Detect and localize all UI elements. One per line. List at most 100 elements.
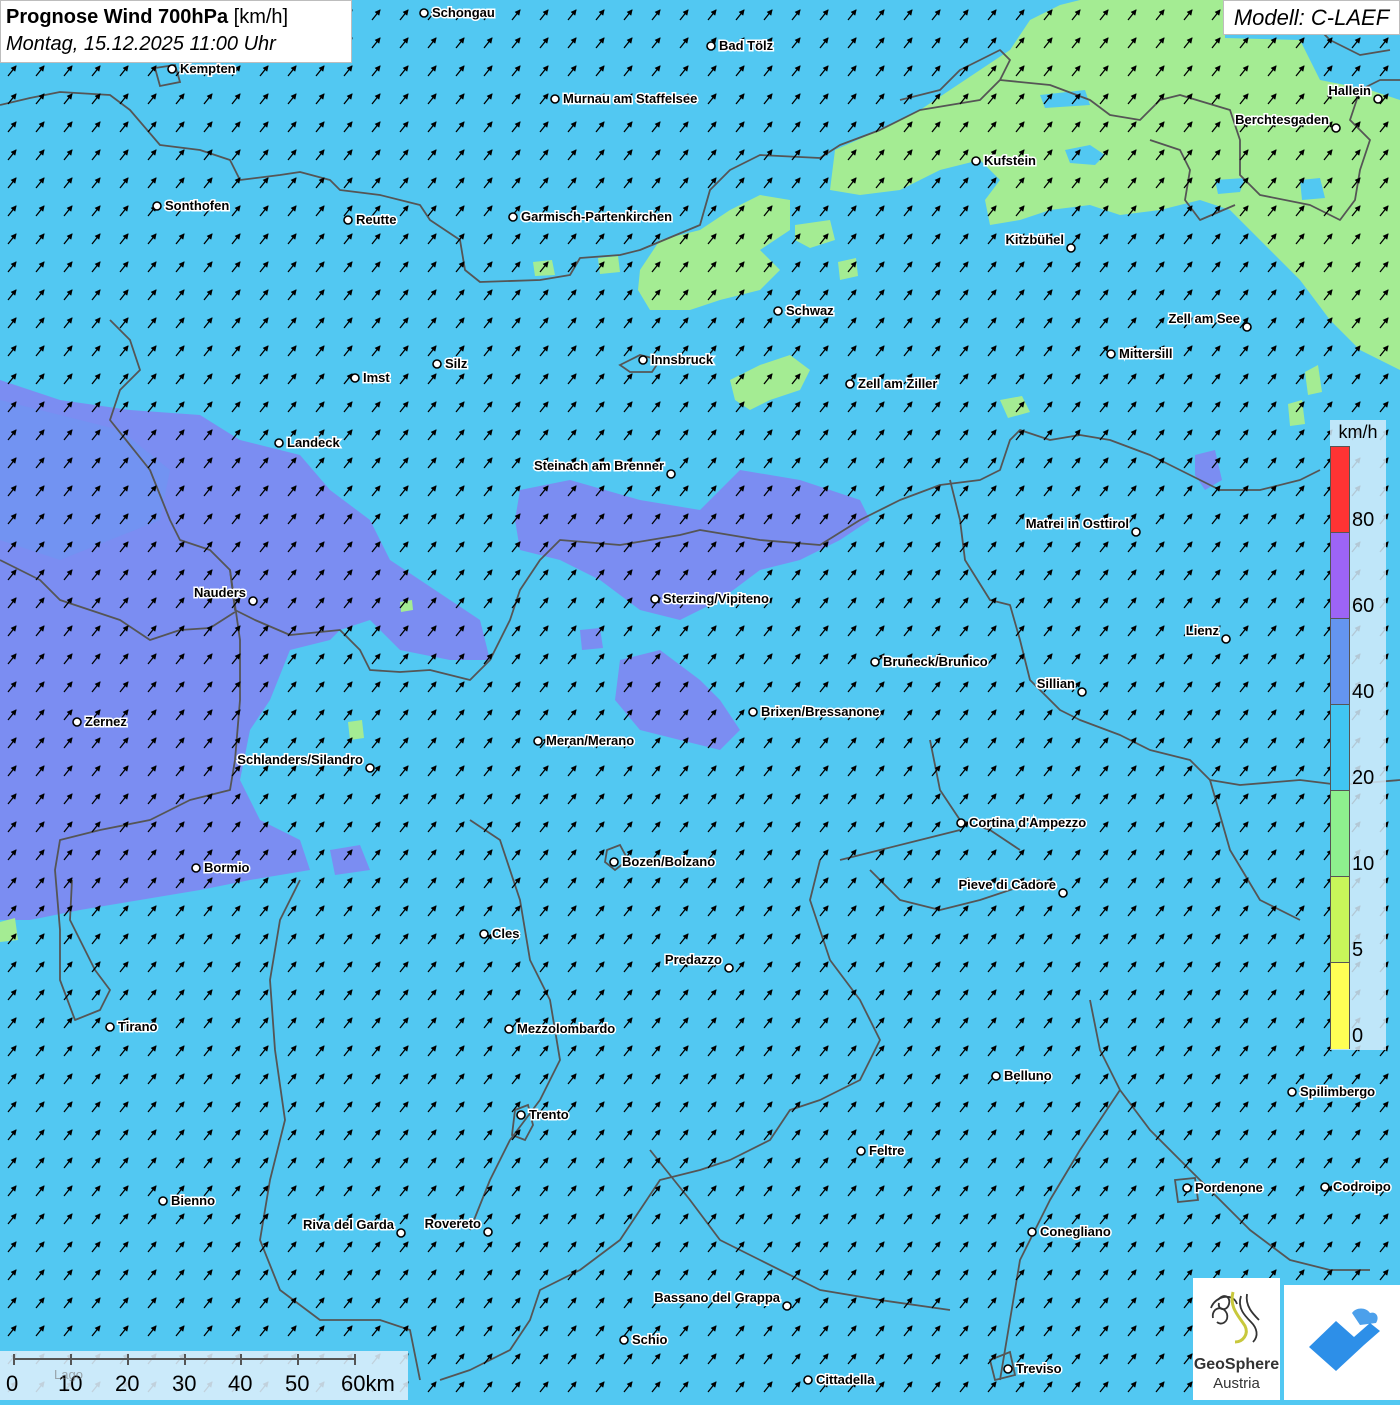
place-label: Kitzbühel <box>1006 232 1065 247</box>
place-marker <box>706 41 716 51</box>
geosphere-subtitle: Austria <box>1213 1375 1260 1392</box>
scale-label-20: 20 <box>115 1371 140 1396</box>
scale-faint-label: Lago <box>54 1367 83 1382</box>
scale-label-30: 30 <box>172 1371 197 1396</box>
geosphere-name: GeoSphere <box>1193 1356 1280 1373</box>
scale-label-50: 50 <box>285 1371 310 1396</box>
place-label: Berchtesgaden <box>1235 112 1329 127</box>
place-label: Lienz <box>1186 623 1220 638</box>
title-box: Prognose Wind 700hPa [km/h] Montag, 15.1… <box>0 0 352 63</box>
place-label: Cles <box>492 926 519 941</box>
legend-color-segment <box>1331 705 1349 791</box>
place-marker <box>550 94 560 104</box>
scale-label-60km: 60km <box>341 1371 395 1396</box>
place-label: Rovereto <box>425 1216 481 1231</box>
legend-color-segment <box>1331 877 1349 963</box>
place-label: Sillian <box>1037 676 1075 691</box>
legend-color-segment <box>1331 791 1349 877</box>
place-label: Murnau am Staffelsee <box>563 91 697 106</box>
place-label: Schio <box>632 1332 667 1347</box>
place-label: Spilimbergo <box>1300 1084 1375 1099</box>
place-marker <box>803 1375 813 1385</box>
place-label: Bad Tölz <box>719 38 774 53</box>
place-label: Treviso <box>1016 1361 1062 1376</box>
place-label: Bozen/Bolzano <box>622 854 715 869</box>
blue-chevron-icon <box>1309 1308 1380 1371</box>
place-marker <box>1287 1087 1297 1097</box>
place-label: Cortina d'Ampezzo <box>969 815 1086 830</box>
place-label: Feltre <box>869 1143 904 1158</box>
place-marker <box>1131 527 1141 537</box>
place-marker <box>845 379 855 389</box>
app-logo[interactable] <box>1284 1285 1400 1400</box>
place-marker <box>191 863 201 873</box>
place-label: Codroipo <box>1333 1179 1391 1194</box>
place-label: Imst <box>363 370 390 385</box>
place-marker <box>1106 349 1116 359</box>
place-marker <box>856 1146 866 1156</box>
place-label: Bormio <box>204 860 250 875</box>
legend-tick-60: 60 <box>1352 595 1375 617</box>
place-marker <box>158 1196 168 1206</box>
place-label: Nauders <box>194 585 246 600</box>
legend-color-segment <box>1331 447 1349 533</box>
place-marker <box>650 594 660 604</box>
place-marker <box>248 596 258 606</box>
place-label: Steinach am Brenner <box>534 458 664 473</box>
place-marker <box>274 438 284 448</box>
legend-tick-5: 5 <box>1352 939 1364 961</box>
place-marker <box>782 1301 792 1311</box>
place-marker <box>1221 634 1231 644</box>
place-label: Silz <box>445 356 468 371</box>
place-marker <box>1182 1183 1192 1193</box>
place-label: Conegliano <box>1040 1224 1111 1239</box>
legend-tick-0: 0 <box>1352 1025 1364 1047</box>
forecast-datetime: Montag, 15.12.2025 11:00 Uhr <box>6 33 276 55</box>
place-marker <box>991 1071 1001 1081</box>
place-marker <box>365 763 375 773</box>
place-label: Trento <box>529 1107 569 1122</box>
place-label: Schlanders/Silandro <box>237 752 363 767</box>
place-marker <box>1331 123 1341 133</box>
place-label: Pordenone <box>1195 1180 1263 1195</box>
scale-bar: 0 10 20 30 40 50 60km Lago <box>0 1351 408 1400</box>
model-label: Modell: C-LAEF <box>1223 0 1400 35</box>
place-marker <box>748 707 758 717</box>
scale-label-40: 40 <box>228 1371 253 1396</box>
place-label: Sterzing/Vipiteno <box>663 591 769 606</box>
place-label: Predazzo <box>665 952 722 967</box>
wind-region-10-20-small9 <box>348 720 364 740</box>
place-marker <box>609 857 619 867</box>
place-label: Tirano <box>118 1019 158 1034</box>
place-marker <box>1066 243 1076 253</box>
legend-color-segment <box>1331 533 1349 619</box>
place-marker <box>1320 1182 1330 1192</box>
wind-region-10-20-small8 <box>0 918 18 942</box>
legend-tick-40: 40 <box>1352 681 1375 703</box>
place-label: Belluno <box>1004 1068 1052 1083</box>
legend-color-segment <box>1331 619 1349 705</box>
place-marker <box>533 736 543 746</box>
legend-tick-80: 80 <box>1352 509 1375 531</box>
place-marker <box>483 1227 493 1237</box>
legend-unit: km/h <box>1338 422 1378 442</box>
place-marker <box>1242 322 1252 332</box>
place-label: Innsbruck <box>651 352 714 367</box>
place-marker <box>167 64 177 74</box>
place-label: Matrei in Osttirol <box>1026 516 1129 531</box>
place-label: Reutte <box>356 212 396 227</box>
place-marker <box>105 1022 115 1032</box>
place-label: Cittadella <box>816 1372 875 1387</box>
place-label: Zernez <box>85 714 127 729</box>
place-marker <box>1077 687 1087 697</box>
place-marker <box>152 201 162 211</box>
color-legend: km/h 80 60 40 20 10 5 0 <box>1330 420 1386 1050</box>
place-marker <box>432 359 442 369</box>
place-marker <box>72 717 82 727</box>
geosphere-logo[interactable]: GeoSphere Austria <box>1193 1278 1280 1400</box>
place-label: Hallein <box>1328 83 1371 98</box>
wind-forecast-map: Schongau Bad Tölz Kempten Murnau am Staffel… <box>0 0 1400 1400</box>
place-marker <box>1003 1364 1013 1374</box>
place-label: Sonthofen <box>165 198 229 213</box>
place-label: Kempten <box>180 61 236 76</box>
